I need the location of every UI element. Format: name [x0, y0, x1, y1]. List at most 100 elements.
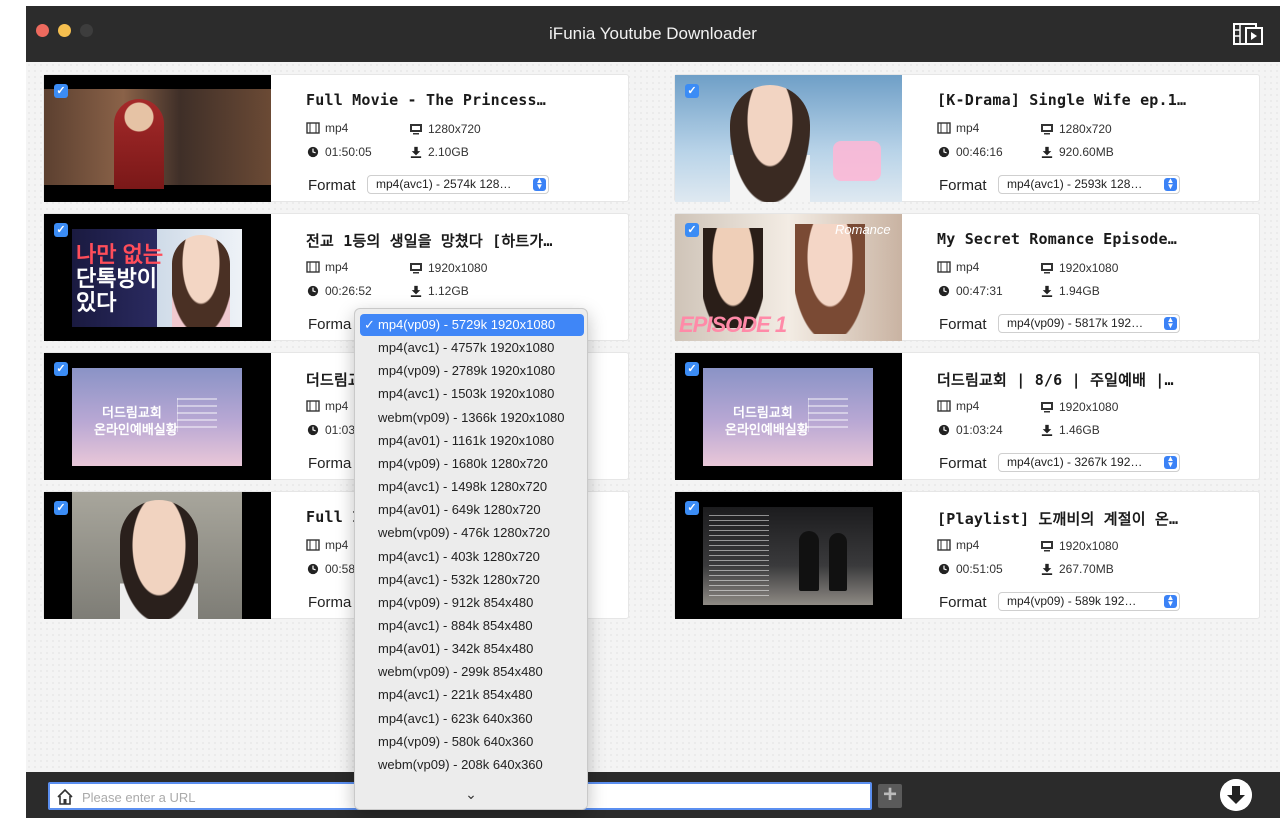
format-option[interactable]: mp4(av01) - 342k 854x480 [360, 638, 584, 660]
video-thumbnail[interactable]: ✓ [44, 492, 271, 619]
format-option[interactable]: mp4(av01) - 649k 1280x720 [360, 499, 584, 521]
format-select-value: mp4(vp09) - 589k 192… [1007, 594, 1137, 608]
duration-meta: 00:26:52 [306, 284, 372, 298]
format-option[interactable]: mp4(avc1) - 1503k 1920x1080 [360, 383, 584, 405]
scroll-down-icon[interactable]: ⌄ [355, 785, 587, 809]
clock-icon [306, 285, 320, 297]
container-meta: mp4 [306, 538, 348, 552]
resolution-meta: 1920x1080 [1040, 400, 1118, 414]
video-card[interactable]: 더드림교회 온라인예배실황 ✓ 더드림교회 | 8/6 | 주일예배 |… mp4 192… [674, 352, 1260, 480]
format-option-label: mp4(av01) - 1161k 1920x1080 [378, 432, 555, 448]
duration-meta: 01:03:24 [937, 423, 1003, 437]
film-list-icon[interactable] [1232, 20, 1264, 48]
home-icon[interactable] [56, 788, 74, 806]
duration-meta: 01:03 [306, 423, 355, 437]
clock-icon [306, 424, 320, 436]
format-option-label: mp4(av01) - 649k 1280x720 [378, 502, 541, 518]
download-size-icon [409, 285, 423, 297]
figure-shape [172, 235, 230, 327]
format-dropdown[interactable]: ✓ mp4(vp09) - 5729k 1920x1080 mp4(avc1) - … [354, 308, 588, 810]
format-label: Format [939, 177, 987, 194]
video-checkbox[interactable]: ✓ [685, 223, 699, 237]
format-option[interactable]: mp4(vp09) - 912k 854x480 [360, 592, 584, 614]
container-value: mp4 [325, 399, 349, 413]
format-select[interactable]: mp4(avc1) - 2593k 128… ▲ ▼ [998, 175, 1180, 194]
video-checkbox[interactable]: ✓ [685, 501, 699, 515]
resolution-meta: 1920x1080 [1040, 261, 1118, 275]
format-option[interactable]: ✓ mp4(vp09) - 5729k 1920x1080 [360, 314, 584, 336]
resolution-value: 1280x720 [1059, 122, 1112, 136]
format-option[interactable]: webm(vp09) - 476k 1280x720 [360, 522, 584, 544]
format-select[interactable]: mp4(vp09) - 5817k 192… ▲ ▼ [998, 314, 1180, 333]
format-option[interactable]: mp4(avc1) - 221k 854x480 [360, 684, 584, 706]
format-option[interactable]: mp4(av01) - 1161k 1920x1080 [360, 430, 584, 452]
format-option[interactable]: webm(vp09) - 1366k 1920x1080 [360, 407, 584, 429]
video-title: 더드림교회 | 8/6 | 주일예배 |… [937, 371, 1174, 389]
select-arrows-icon: ▲ ▼ [533, 177, 546, 191]
format-option-label: mp4(vp09) - 5729k 1920x1080 [378, 317, 556, 332]
download-size-icon [1040, 146, 1054, 158]
video-checkbox[interactable]: ✓ [685, 84, 699, 98]
video-checkbox[interactable]: ✓ [54, 223, 68, 237]
format-option[interactable]: mp4(avc1) - 403k 1280x720 [360, 546, 584, 568]
video-card[interactable]: ✓ Full Movie - The Princess… mp4 1280x720 01… [43, 74, 629, 202]
video-thumbnail[interactable]: 더드림교회 온라인예배실황 ✓ [44, 353, 271, 480]
video-thumbnail[interactable]: 더드림교회 온라인예배실황 ✓ [675, 353, 902, 480]
resolution-value: 1280x720 [428, 122, 481, 136]
format-option-label: mp4(avc1) - 1498k 1280x720 [378, 479, 548, 495]
format-option[interactable]: mp4(avc1) - 532k 1280x720 [360, 569, 584, 591]
download-size-icon [1040, 424, 1054, 436]
format-option-label: mp4(avc1) - 403k 1280x720 [378, 548, 540, 564]
container-value: mp4 [956, 538, 980, 552]
container-meta: mp4 [306, 121, 348, 135]
format-select[interactable]: mp4(avc1) - 3267k 192… ▲ ▼ [998, 453, 1180, 472]
figure-shape [730, 85, 810, 202]
format-option[interactable]: webm(vp09) - 299k 854x480 [360, 661, 584, 683]
thumbnail-art [703, 507, 873, 605]
video-thumbnail[interactable]: EPISODE 1 Romance ✓ [675, 214, 902, 341]
size-value: 1.94GB [1059, 284, 1100, 298]
container-value: mp4 [325, 538, 349, 552]
duration-meta: 00:51:05 [937, 562, 1003, 576]
video-checkbox[interactable]: ✓ [54, 362, 68, 376]
video-card[interactable]: ✓ [Playlist] 도깨비의 계절이 온… mp4 1920x1080 00:51… [674, 491, 1260, 619]
format-option[interactable]: mp4(vp09) - 580k 640x360 [360, 731, 584, 753]
film-icon [937, 261, 951, 273]
video-thumbnail[interactable]: ✓ [675, 492, 902, 619]
format-option-label: mp4(vp09) - 2789k 1920x1080 [378, 363, 556, 379]
clock-icon [306, 146, 320, 158]
format-option-label: mp4(avc1) - 623k 640x360 [378, 710, 533, 726]
video-checkbox[interactable]: ✓ [54, 501, 68, 515]
add-url-button[interactable]: + [878, 783, 902, 808]
video-thumbnail[interactable]: 나만 없는 단톡방이 있다 ✓ [44, 214, 271, 341]
select-arrows-icon: ▲ ▼ [1164, 316, 1177, 330]
size-meta: 267.70MB [1040, 562, 1114, 576]
video-card[interactable]: EPISODE 1 Romance ✓ My Secret Romance Episo… [674, 213, 1260, 341]
resolution-value: 1920x1080 [1059, 539, 1119, 553]
format-option[interactable]: mp4(avc1) - 884k 854x480 [360, 615, 584, 637]
monitor-icon [1040, 262, 1054, 274]
duration-value: 01:03:24 [956, 423, 1003, 437]
format-label: Forma [308, 594, 352, 611]
format-option[interactable]: mp4(avc1) - 1498k 1280x720 [360, 476, 584, 498]
format-label: Forma [308, 316, 352, 333]
thumbnail-decoration [177, 398, 217, 432]
format-option[interactable]: mp4(avc1) - 4757k 1920x1080 [360, 337, 584, 359]
download-button[interactable] [1220, 779, 1252, 811]
format-option[interactable]: mp4(avc1) - 623k 640x360 [360, 708, 584, 730]
container-value: mp4 [956, 399, 980, 413]
video-checkbox[interactable]: ✓ [685, 362, 699, 376]
video-checkbox[interactable]: ✓ [54, 84, 68, 98]
video-thumbnail[interactable]: ✓ [675, 75, 902, 202]
format-option[interactable]: mp4(vp09) - 1680k 1280x720 [360, 453, 584, 475]
format-option[interactable]: mp4(vp09) - 2789k 1920x1080 [360, 360, 584, 382]
format-select[interactable]: mp4(vp09) - 589k 192… ▲ ▼ [998, 592, 1180, 611]
format-select[interactable]: mp4(avc1) - 2574k 128… ▲ ▼ [367, 175, 549, 194]
video-thumbnail[interactable]: ✓ [44, 75, 271, 202]
resolution-meta: 1280x720 [1040, 122, 1112, 136]
resolution-value: 1920x1080 [1059, 400, 1119, 414]
thumbnail-art [72, 492, 242, 619]
duration-value: 00:51:05 [956, 562, 1003, 576]
format-option[interactable]: webm(vp09) - 208k 640x360 [360, 754, 584, 776]
video-card[interactable]: ✓ [K-Drama] Single Wife ep.1… mp4 1280x720 0… [674, 74, 1260, 202]
